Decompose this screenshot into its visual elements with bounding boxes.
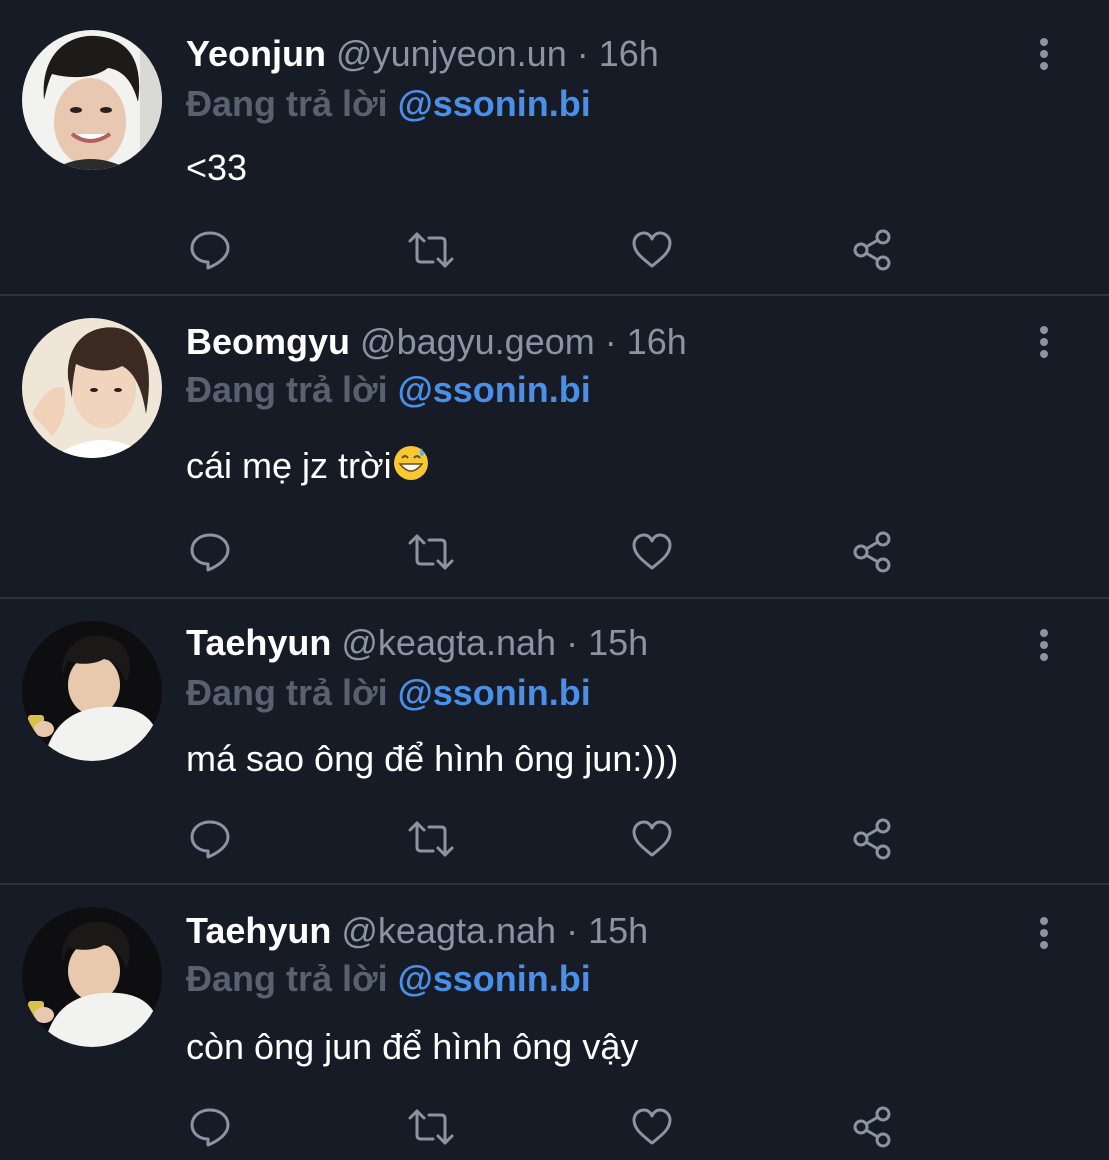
replying-to-line: Đang trả lời @ssonin.bi [186, 82, 591, 126]
retweet-button[interactable] [407, 1103, 455, 1151]
tweet-header: Taehyun @keagta.nah · 15h [186, 621, 648, 665]
avatar[interactable] [22, 621, 162, 761]
separator-dot: · [604, 321, 617, 362]
tweet-text: má sao ông để hình ông jun:))) [186, 738, 679, 779]
reply-mention[interactable]: @ssonin.bi [398, 958, 591, 999]
retweet-icon [408, 232, 454, 268]
speech-bubble-icon [190, 820, 230, 859]
reply-feed: Yeonjun @yunjyeon.un · 16h Đang trả lời … [0, 0, 1109, 1160]
reply-button[interactable] [186, 1103, 234, 1151]
replying-to-label: Đang trả lời [186, 672, 388, 713]
more-options-button[interactable] [1028, 34, 1060, 74]
like-button[interactable] [628, 815, 676, 863]
speech-bubble-icon [190, 533, 230, 572]
action-bar [186, 815, 906, 863]
reply-button[interactable] [186, 226, 234, 274]
tweet[interactable]: Taehyun @keagta.nah · 15h Đang trả lời @… [0, 599, 1109, 883]
vertical-dots-icon [1040, 38, 1048, 70]
speech-bubble-icon [190, 1108, 230, 1147]
grinning-face-with-sweat-icon [392, 444, 430, 492]
action-bar [186, 226, 906, 274]
tweet-header: Beomgyu @bagyu.geom · 16h [186, 320, 687, 364]
more-options-button[interactable] [1028, 625, 1060, 665]
avatar[interactable] [22, 318, 162, 458]
author-name[interactable]: Yeonjun [186, 33, 326, 74]
replying-to-line: Đang trả lời @ssonin.bi [186, 368, 591, 412]
retweet-icon [408, 534, 454, 570]
tweet-header: Yeonjun @yunjyeon.un · 16h [186, 32, 659, 76]
separator-dot: · [576, 33, 589, 74]
heart-icon [632, 1108, 672, 1145]
replying-to-label: Đang trả lời [186, 83, 388, 124]
author-name[interactable]: Beomgyu [186, 321, 350, 362]
vertical-dots-icon [1040, 326, 1048, 358]
tweet-text-content: cái mẹ jz trời [186, 445, 392, 486]
share-button[interactable] [849, 815, 897, 863]
heart-icon [632, 231, 672, 268]
timestamp[interactable]: 15h [588, 910, 648, 951]
timestamp[interactable]: 16h [627, 321, 687, 362]
reply-mention[interactable]: @ssonin.bi [398, 83, 591, 124]
tweet[interactable]: Taehyun @keagta.nah · 15h Đang trả lời @… [0, 885, 1109, 1160]
author-name[interactable]: Taehyun [186, 622, 331, 663]
more-options-button[interactable] [1028, 322, 1060, 362]
avatar[interactable] [22, 30, 162, 170]
timestamp[interactable]: 16h [599, 33, 659, 74]
author-handle[interactable]: @yunjyeon.un [336, 33, 567, 74]
author-handle[interactable]: @bagyu.geom [360, 321, 595, 362]
retweet-icon [408, 1109, 454, 1145]
share-button[interactable] [849, 1103, 897, 1151]
vertical-dots-icon [1040, 629, 1048, 661]
replying-to-line: Đang trả lời @ssonin.bi [186, 957, 591, 1001]
retweet-icon [408, 821, 454, 857]
reply-button[interactable] [186, 528, 234, 576]
heart-icon [632, 533, 672, 570]
replying-to-label: Đang trả lời [186, 958, 388, 999]
more-options-button[interactable] [1028, 913, 1060, 953]
share-button[interactable] [849, 528, 897, 576]
separator-dot: · [566, 622, 579, 663]
author-handle[interactable]: @keagta.nah [341, 622, 556, 663]
share-button[interactable] [849, 226, 897, 274]
action-bar [186, 1103, 906, 1151]
retweet-button[interactable] [407, 815, 455, 863]
speech-bubble-icon [190, 231, 230, 270]
retweet-button[interactable] [407, 528, 455, 576]
reply-mention[interactable]: @ssonin.bi [398, 672, 591, 713]
share-icon [853, 531, 891, 573]
tweet[interactable]: Yeonjun @yunjyeon.un · 16h Đang trả lời … [0, 0, 1109, 294]
like-button[interactable] [628, 528, 676, 576]
tweet-text: còn ông jun để hình ông vậy [186, 1026, 639, 1067]
tweet-header: Taehyun @keagta.nah · 15h [186, 909, 648, 953]
share-icon [853, 1106, 891, 1148]
tweet-text: <33 [186, 147, 248, 188]
tweet[interactable]: Beomgyu @bagyu.geom · 16h Đang trả lời @… [0, 296, 1109, 597]
reply-mention[interactable]: @ssonin.bi [398, 369, 591, 410]
tweet-text: cái mẹ jz trời [186, 444, 430, 492]
retweet-button[interactable] [407, 226, 455, 274]
share-icon [853, 229, 891, 271]
share-icon [853, 818, 891, 860]
avatar[interactable] [22, 907, 162, 1047]
heart-icon [632, 820, 672, 857]
vertical-dots-icon [1040, 917, 1048, 949]
like-button[interactable] [628, 226, 676, 274]
like-button[interactable] [628, 1103, 676, 1151]
replying-to-label: Đang trả lời [186, 369, 388, 410]
timestamp[interactable]: 15h [588, 622, 648, 663]
author-handle[interactable]: @keagta.nah [341, 910, 556, 951]
author-name[interactable]: Taehyun [186, 910, 331, 951]
action-bar [186, 528, 906, 576]
replying-to-line: Đang trả lời @ssonin.bi [186, 671, 591, 715]
separator-dot: · [566, 910, 579, 951]
reply-button[interactable] [186, 815, 234, 863]
